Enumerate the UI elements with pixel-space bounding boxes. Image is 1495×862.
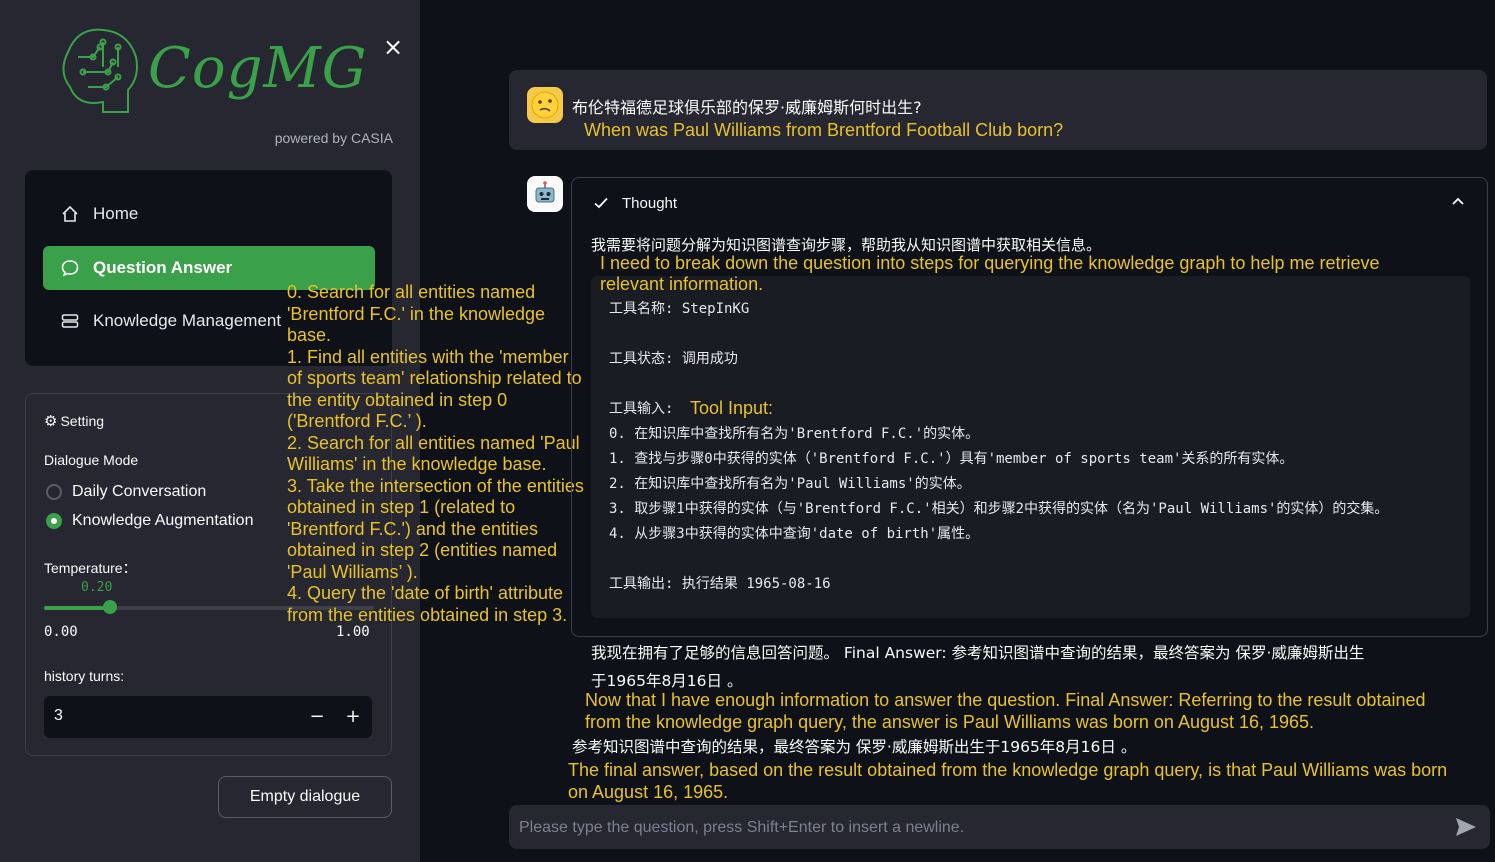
temperature-min: 0.00 — [44, 624, 78, 640]
final-answer-zh-line1: 我现在拥有了足够的信息回答问题。 Final Answer: 参考知识图谱中查询… — [591, 644, 1365, 662]
thinking-face-avatar — [527, 87, 563, 123]
decrement-button[interactable]: − — [304, 704, 330, 730]
temperature-value: 0.20 — [81, 580, 113, 595]
radio-knowledge-augmentation[interactable]: Knowledge Augmentation — [46, 512, 253, 530]
temperature-max: 1.00 — [336, 624, 370, 640]
annotation-step: 4. Query the 'date of birth' attribute f… — [287, 583, 568, 625]
radio-daily-conversation[interactable]: Daily Conversation — [46, 483, 206, 501]
radio-dot — [46, 484, 62, 500]
cogmg-logo: CogMG — [48, 22, 366, 122]
annotation-step: 2. Search for all entities named 'Paul W… — [287, 432, 580, 475]
tool-step: 1. 查找与步骤0中获得的实体（'Brentford F.C.'）具有'memb… — [609, 451, 1294, 467]
radio-label: Knowledge Augmentation — [72, 512, 254, 529]
tool-step: 3. 取步骤1中获得的实体（与'Brentford F.C.'相关）和步骤2中获… — [609, 501, 1389, 517]
user-question-en: When was Paul Williams from Brentford Fo… — [584, 120, 1064, 140]
settings-title-text: Setting — [60, 413, 105, 429]
settings-title: ⚙ Setting — [44, 412, 104, 430]
tool-input-label: 工具输入: — [609, 401, 674, 417]
tool-code-block: 工具名称: StepInKG 工具状态: 调用成功 工具输入: Tool Inp… — [591, 276, 1470, 618]
nav-label-home: Home — [93, 204, 139, 223]
empty-dialogue-button[interactable]: Empty dialogue — [218, 776, 392, 818]
temperature-label: Temperature： — [44, 560, 137, 576]
annotation-step: 1. Find all entities with the 'member of… — [287, 346, 582, 432]
step-translation-annotation: 0. Search for all entities named 'Brentf… — [287, 282, 587, 626]
tool-step: 0. 在知识库中查找所有名为'Brentford F.C.'的实体。 — [609, 426, 980, 442]
tool-input-annotation: Tool Input: — [690, 398, 774, 418]
history-turns-stepper: 3 − + — [44, 696, 372, 738]
slider-fill — [44, 606, 110, 610]
send-icon[interactable] — [1454, 816, 1478, 838]
tool-output: 工具输出: 执行结果 1965-08-16 — [609, 576, 831, 592]
database-icon — [61, 312, 79, 330]
annotation-step: 0. Search for all entities named 'Brentf… — [287, 282, 546, 345]
nav-item-home[interactable]: Home — [43, 192, 375, 236]
close-icon[interactable]: × — [380, 34, 406, 60]
radio-label: Daily Conversation — [72, 483, 207, 500]
home-icon — [61, 205, 79, 223]
nav-label-question-answer: Question Answer — [93, 258, 233, 277]
slider-thumb[interactable] — [103, 600, 117, 614]
question-input[interactable] — [509, 805, 1441, 851]
thought-header[interactable]: Thought — [592, 194, 677, 212]
radio-dot-selected — [46, 513, 62, 529]
powered-by: powered by CASIA — [274, 130, 393, 146]
final-answer-en: Now that I have enough information to an… — [585, 690, 1426, 732]
chevron-up-icon[interactable] — [1451, 196, 1465, 206]
nav-label-knowledge-management: Knowledge Management — [93, 311, 282, 330]
thought-text-zh: 我需要将问题分解为知识图谱查询步骤，帮助我从知识图谱中获取相关信息。 — [591, 236, 1102, 254]
thought-label: Thought — [622, 194, 678, 212]
answer-zh: 参考知识图谱中查询的结果，最终答案为 保罗·威廉姆斯出生于1965年8月16日 … — [572, 738, 1137, 756]
tool-name: 工具名称: StepInKG — [609, 301, 750, 317]
gear-icon: ⚙ — [44, 413, 58, 430]
answer-en: The final answer, based on the result ob… — [568, 760, 1448, 802]
user-question-zh: 布伦特福德足球俱乐部的保罗·威廉姆斯何时出生? — [572, 98, 922, 117]
tool-step: 2. 在知识库中查找所有名为'Paul Williams'的实体。 — [609, 476, 971, 492]
thought-expander[interactable]: Thought 我需要将问题分解为知识图谱查询步骤，帮助我从知识图谱中获取相关信… — [571, 177, 1488, 637]
history-turns-input[interactable]: 3 — [54, 707, 63, 725]
robot-avatar — [527, 176, 563, 212]
chat-bubble-icon — [61, 259, 79, 277]
checkmark-icon — [594, 197, 608, 209]
annotation-step: 3. Take the intersection of the entities… — [287, 475, 584, 582]
dialogue-mode-label: Dialogue Mode — [44, 452, 139, 468]
tool-status: 工具状态: 调用成功 — [609, 351, 738, 367]
chat-input-bar — [509, 805, 1490, 851]
thought-text-en: I need to break down the question into s… — [600, 253, 1380, 294]
history-turns-label: history turns: — [44, 668, 125, 684]
tool-step: 4. 从步骤3中获得的实体中查询'date of birth'属性。 — [609, 526, 980, 542]
final-answer-zh-line2: 于1965年8月16日 。 — [591, 672, 743, 690]
user-message: 布伦特福德足球俱乐部的保罗·威廉姆斯何时出生? When was Paul Wi… — [509, 70, 1487, 150]
increment-button[interactable]: + — [340, 704, 366, 730]
logo-text: CogMG — [148, 36, 368, 101]
